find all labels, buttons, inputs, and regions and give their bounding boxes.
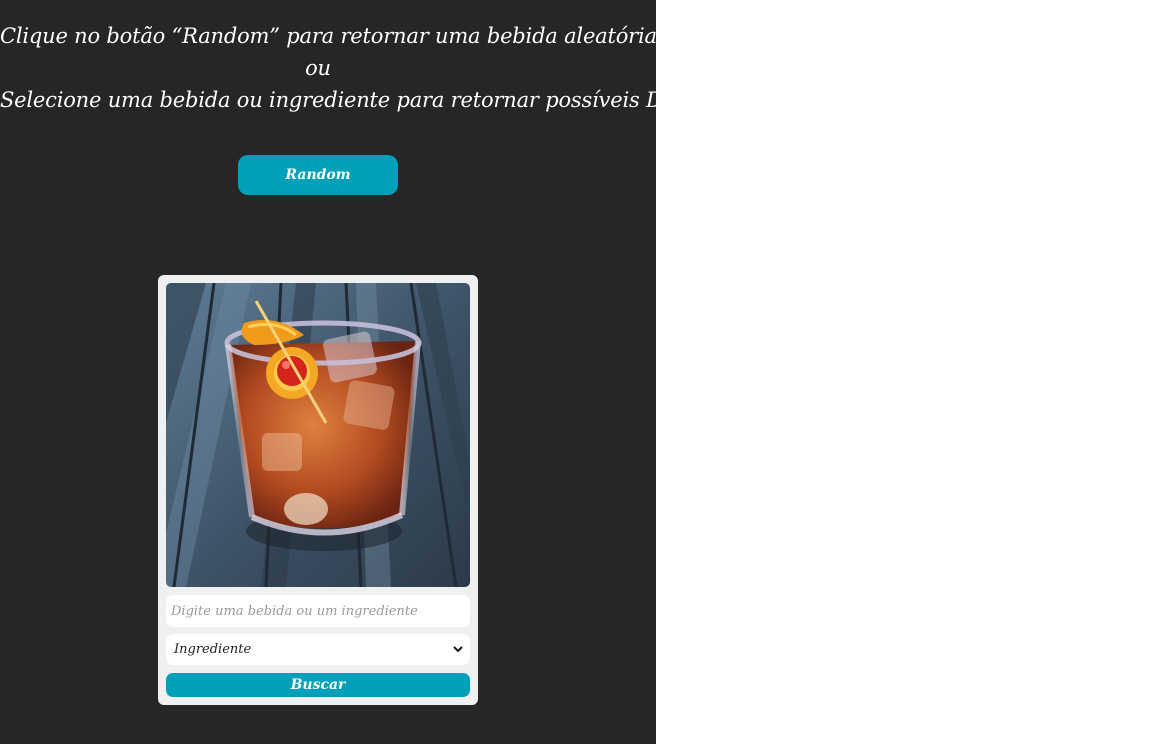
drink-card: Ingrediente Buscar	[158, 275, 478, 705]
search-input[interactable]	[166, 595, 470, 627]
instructions-line-3: Selecione uma bebida ou ingrediente para…	[0, 88, 724, 112]
chevron-down-icon	[453, 646, 463, 653]
random-button[interactable]: Random	[238, 155, 398, 195]
instructions-text: Clique no botão “Random” para retornar u…	[0, 20, 724, 116]
type-select-value: Ingrediente	[174, 642, 252, 657]
instructions-line-1: Clique no botão “Random” para retornar u…	[0, 24, 664, 48]
blank-area	[656, 0, 1152, 744]
instructions-line-2: ou	[305, 56, 331, 80]
cocktail-image	[166, 283, 470, 587]
type-select[interactable]: Ingrediente	[166, 634, 470, 665]
cocktail-photo-icon	[166, 283, 470, 587]
search-button[interactable]: Buscar	[166, 673, 470, 697]
main-panel: Clique no botão “Random” para retornar u…	[0, 0, 724, 744]
